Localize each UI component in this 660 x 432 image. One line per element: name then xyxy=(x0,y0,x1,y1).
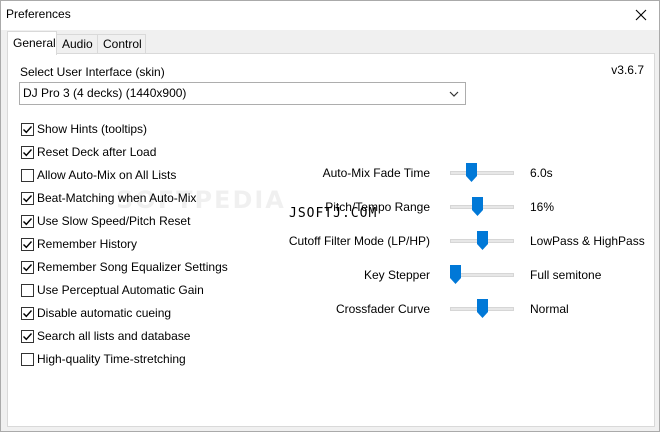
checkbox[interactable] xyxy=(21,192,34,205)
checkbox[interactable] xyxy=(21,307,34,320)
checkmark-icon xyxy=(23,264,33,272)
slider[interactable] xyxy=(450,163,514,183)
checkbox-label: Use Perceptual Automatic Gain xyxy=(37,283,204,297)
checkbox[interactable] xyxy=(21,284,34,297)
title-bar: Preferences xyxy=(1,1,659,30)
tab-general-label: General xyxy=(13,36,56,50)
checkmark-icon xyxy=(23,333,33,341)
checkbox-label: Reset Deck after Load xyxy=(37,145,157,159)
slider-value: LowPass & HighPass xyxy=(530,234,645,248)
chevron-down-icon xyxy=(449,91,459,97)
checkmark-icon xyxy=(23,126,33,134)
general-panel: Select User Interface (skin) v3.6.7 DJ P… xyxy=(7,53,655,427)
slider[interactable] xyxy=(450,265,514,285)
checkbox[interactable] xyxy=(21,330,34,343)
checkmark-icon xyxy=(23,149,33,157)
checkbox-label: Remember History xyxy=(37,237,138,251)
slider-label: Auto-Mix Fade Time xyxy=(322,166,430,180)
checkbox-label: Disable automatic cueing xyxy=(37,306,172,320)
slider[interactable] xyxy=(450,231,514,251)
close-icon[interactable] xyxy=(631,5,651,25)
slider-value: Full semitone xyxy=(530,268,602,282)
checkbox-label: Use Slow Speed/Pitch Reset xyxy=(37,214,191,228)
slider-label: Key Stepper xyxy=(363,268,430,282)
preferences-window: Preferences General Audio Control Select… xyxy=(0,0,660,432)
watermark-text: JSOFTJ.COM xyxy=(289,206,378,221)
slider-label: Cutoff Filter Mode (LP/HP) xyxy=(288,234,430,248)
window-title: Preferences xyxy=(6,7,71,21)
slider-thumb[interactable] xyxy=(450,265,461,284)
slider-thumb[interactable] xyxy=(466,163,477,182)
slider[interactable] xyxy=(450,197,514,217)
skin-select-value: DJ Pro 3 (4 decks) (1440x900) xyxy=(23,86,187,100)
checkbox[interactable] xyxy=(21,238,34,251)
slider-thumb[interactable] xyxy=(477,231,488,250)
checkbox[interactable] xyxy=(21,215,34,228)
checkmark-icon xyxy=(23,310,33,318)
checkbox-label: Remember Song Equalizer Settings xyxy=(37,260,228,274)
checkbox-label: Search all lists and database xyxy=(37,329,191,343)
version-label: v3.6.7 xyxy=(611,63,644,77)
checkbox[interactable] xyxy=(21,123,34,136)
slider-thumb[interactable] xyxy=(472,197,483,216)
checkbox[interactable] xyxy=(21,261,34,274)
slider-value: 6.0s xyxy=(530,166,553,180)
faint-watermark: SOFTPEDIA xyxy=(116,186,286,214)
tab-control[interactable]: Control xyxy=(97,34,146,54)
tab-audio[interactable]: Audio xyxy=(56,34,98,54)
tab-general[interactable]: General xyxy=(7,31,57,55)
tab-audio-label: Audio xyxy=(62,37,93,51)
checkmark-icon xyxy=(23,195,33,203)
slider-label: Crossfader Curve xyxy=(335,302,430,316)
checkmark-icon xyxy=(23,241,33,249)
checkbox[interactable] xyxy=(21,146,34,159)
checkbox[interactable] xyxy=(21,353,34,366)
checkbox-label: Show Hints (tooltips) xyxy=(37,122,148,136)
checkmark-icon xyxy=(23,218,33,226)
slider-thumb[interactable] xyxy=(477,299,488,318)
tab-control-label: Control xyxy=(103,37,142,51)
skin-label: Select User Interface (skin) xyxy=(20,65,165,79)
checkbox-label: Allow Auto-Mix on All Lists xyxy=(37,168,177,182)
skin-select[interactable]: DJ Pro 3 (4 decks) (1440x900) xyxy=(19,82,466,105)
slider-value: Normal xyxy=(530,302,569,316)
slider[interactable] xyxy=(450,299,514,319)
slider-track[interactable] xyxy=(450,171,514,175)
checkbox[interactable] xyxy=(21,169,34,182)
slider-value: 16% xyxy=(530,200,555,214)
checkbox-label: High-quality Time-stretching xyxy=(37,352,186,366)
